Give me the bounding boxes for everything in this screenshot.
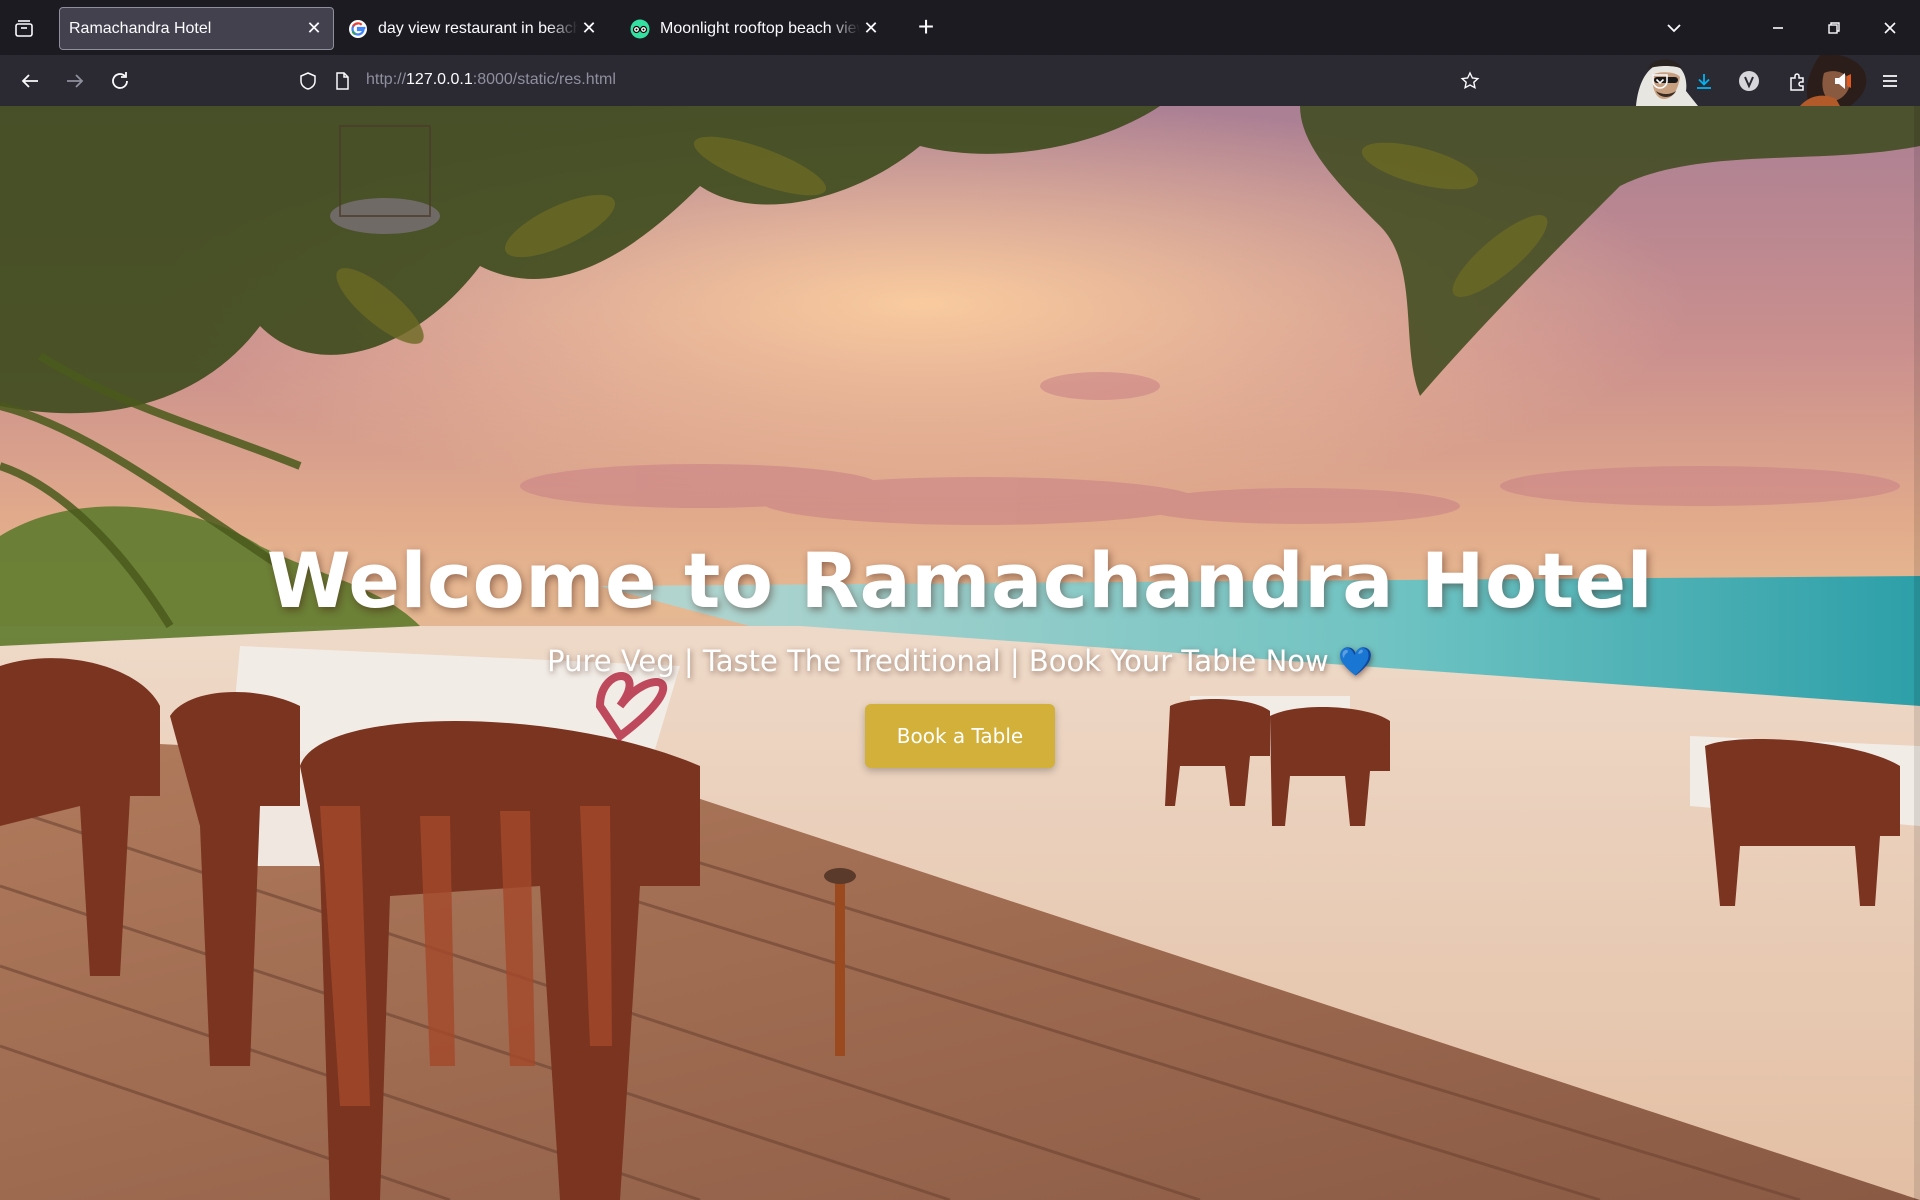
extensions-icon[interactable] [1784,67,1812,95]
book-table-button[interactable]: Book a Table [864,704,1056,768]
list-all-tabs-icon[interactable] [12,16,36,40]
media-speaker-icon[interactable] [1829,67,1857,95]
url-host: 127.0.0.1 [406,71,473,88]
hero-title: Welcome to Ramachandra Hotel [266,536,1654,625]
vpn-v-icon[interactable] [1735,67,1763,95]
tab-title: Ramachandra Hotel [69,19,212,37]
page-icon[interactable] [332,71,352,91]
hero-section: Welcome to Ramachandra Hotel Pure Veg | … [0,106,1920,1200]
tab-title: day view restaurant in beach - Google [378,19,578,37]
tab-tripadvisor[interactable]: Moonlight rooftop beach view cafe ✕ [630,7,890,50]
bookmark-star-icon[interactable] [1460,71,1480,91]
tab-ramachandra-hotel[interactable]: Ramachandra Hotel ✕ [59,7,334,50]
pocket-icon[interactable] [1646,67,1674,95]
hero-subtitle: Pure Veg | Taste The Treditional | Book … [0,641,1920,682]
url-path: :8000/static/res.html [472,71,616,88]
close-tab-icon[interactable]: ✕ [303,18,325,40]
tripadvisor-icon [630,19,650,38]
tab-google-search[interactable]: day view restaurant in beach - Google ✕ [348,7,608,50]
back-icon[interactable] [16,67,44,95]
google-icon [349,19,367,38]
chevron-down-icon[interactable] [1662,16,1686,40]
download-icon[interactable] [1690,67,1718,95]
minimize-icon[interactable] [1764,14,1792,42]
hero-content: Welcome to Ramachandra Hotel Pure Veg | … [0,536,1920,768]
url-scheme: http:// [366,71,407,88]
restore-icon[interactable] [1820,14,1848,42]
address-bar[interactable]: http://127.0.0.1:8000/static/res.html [290,60,1480,102]
close-tab-icon[interactable]: ✕ [860,18,882,40]
close-tab-icon[interactable]: ✕ [578,18,600,40]
hero-subtitle-text: Pure Veg | Taste The Treditional | Book … [547,644,1329,678]
new-tab-button[interactable]: + [912,13,940,42]
menu-icon[interactable] [1876,67,1904,95]
forward-icon[interactable] [61,67,89,95]
tab-bar: Ramachandra Hotel ✕ day view restaurant … [0,0,1920,55]
shield-icon[interactable] [298,71,318,91]
navigation-toolbar: http://127.0.0.1:8000/static/res.html [0,55,1920,106]
close-window-icon[interactable] [1876,14,1904,42]
reload-icon[interactable] [106,67,134,95]
url-text[interactable]: http://127.0.0.1:8000/static/res.html [366,71,616,89]
blue-heart-icon: 💙 [1337,645,1373,678]
tab-title: Moonlight rooftop beach view cafe [660,19,860,37]
page-scrollbar[interactable] [1914,106,1920,1200]
